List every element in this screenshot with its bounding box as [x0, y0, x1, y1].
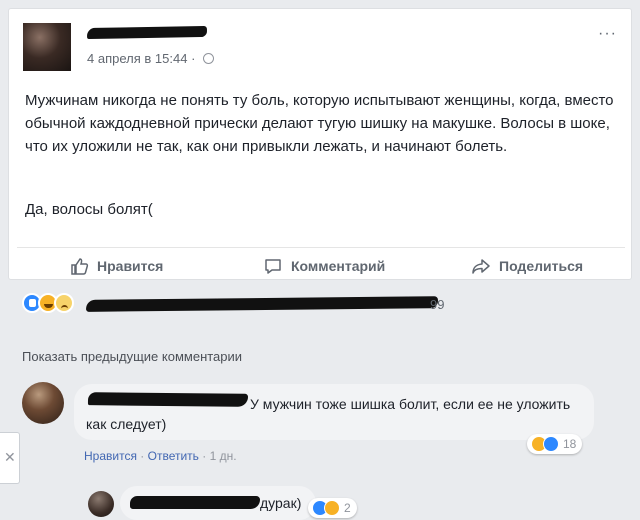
like-button[interactable]: Нравится [69, 256, 163, 276]
reactions-summary[interactable]: 99 [22, 292, 622, 316]
reply-reaction-count: 2 [344, 501, 351, 515]
comment-meta: Нравится · Ответить · 1 дн. [84, 449, 237, 463]
reply-reactions-badge[interactable]: 2 [308, 498, 357, 518]
comment-button[interactable]: Комментарий [263, 256, 385, 276]
haha-icon [324, 500, 340, 516]
more-options-icon[interactable]: ··· [598, 25, 617, 43]
comment-like-link[interactable]: Нравится [84, 449, 137, 463]
post-body: Мужчинам никогда не понять ту боль, кото… [25, 92, 614, 155]
post-actions: Нравится Комментарий Поделиться [17, 247, 625, 279]
commenter-avatar[interactable] [22, 382, 64, 424]
reply-avatar[interactable] [88, 491, 114, 517]
comment-bubble: У мужчин тоже шишка болит, если ее не ул… [74, 384, 594, 440]
reaction-count[interactable]: 99 [430, 297, 444, 312]
side-panel-tab: ✕ [0, 432, 20, 484]
comment-text: У мужчин тоже шишка болит, если ее не ул… [86, 396, 571, 432]
comment-icon [265, 259, 281, 274]
sad-icon [54, 293, 74, 313]
meta-separator: · [191, 51, 196, 66]
close-icon[interactable]: ✕ [4, 449, 16, 466]
reply-name-redacted[interactable] [130, 496, 260, 509]
reply-bubble: дурак) [120, 486, 316, 520]
author-avatar[interactable] [23, 23, 71, 71]
reactor-names-redacted[interactable] [85, 296, 439, 312]
post-time[interactable]: 4 апреля в 15:44 [87, 51, 187, 66]
share-label: Поделиться [499, 258, 584, 274]
show-previous-comments-link[interactable]: Показать предыдущие комментарии [22, 349, 242, 364]
comment-reply-link[interactable]: Ответить [148, 449, 199, 463]
post-body-second: Да, волосы болят( [25, 201, 153, 218]
like-icon [543, 436, 559, 452]
thumbs-up-icon [71, 258, 89, 275]
comment-time[interactable]: 1 дн. [210, 449, 237, 463]
reply-text: дурак) [260, 495, 302, 511]
globe-icon [203, 53, 215, 64]
comment-label: Комментарий [291, 258, 386, 274]
meta-separator: · [140, 449, 145, 463]
post-card: 4 апреля в 15:44 · ··· Мужчинам никогда … [8, 8, 632, 280]
comment-reactions-badge[interactable]: 18 [527, 434, 583, 454]
post-meta: 4 апреля в 15:44 · [87, 51, 215, 66]
share-button[interactable]: Поделиться [471, 256, 583, 276]
share-arrow-icon [472, 259, 490, 274]
comment-reaction-count: 18 [563, 437, 577, 451]
meta-separator: · [202, 449, 207, 463]
author-name-redacted[interactable] [86, 25, 208, 40]
like-label: Нравится [97, 258, 164, 274]
